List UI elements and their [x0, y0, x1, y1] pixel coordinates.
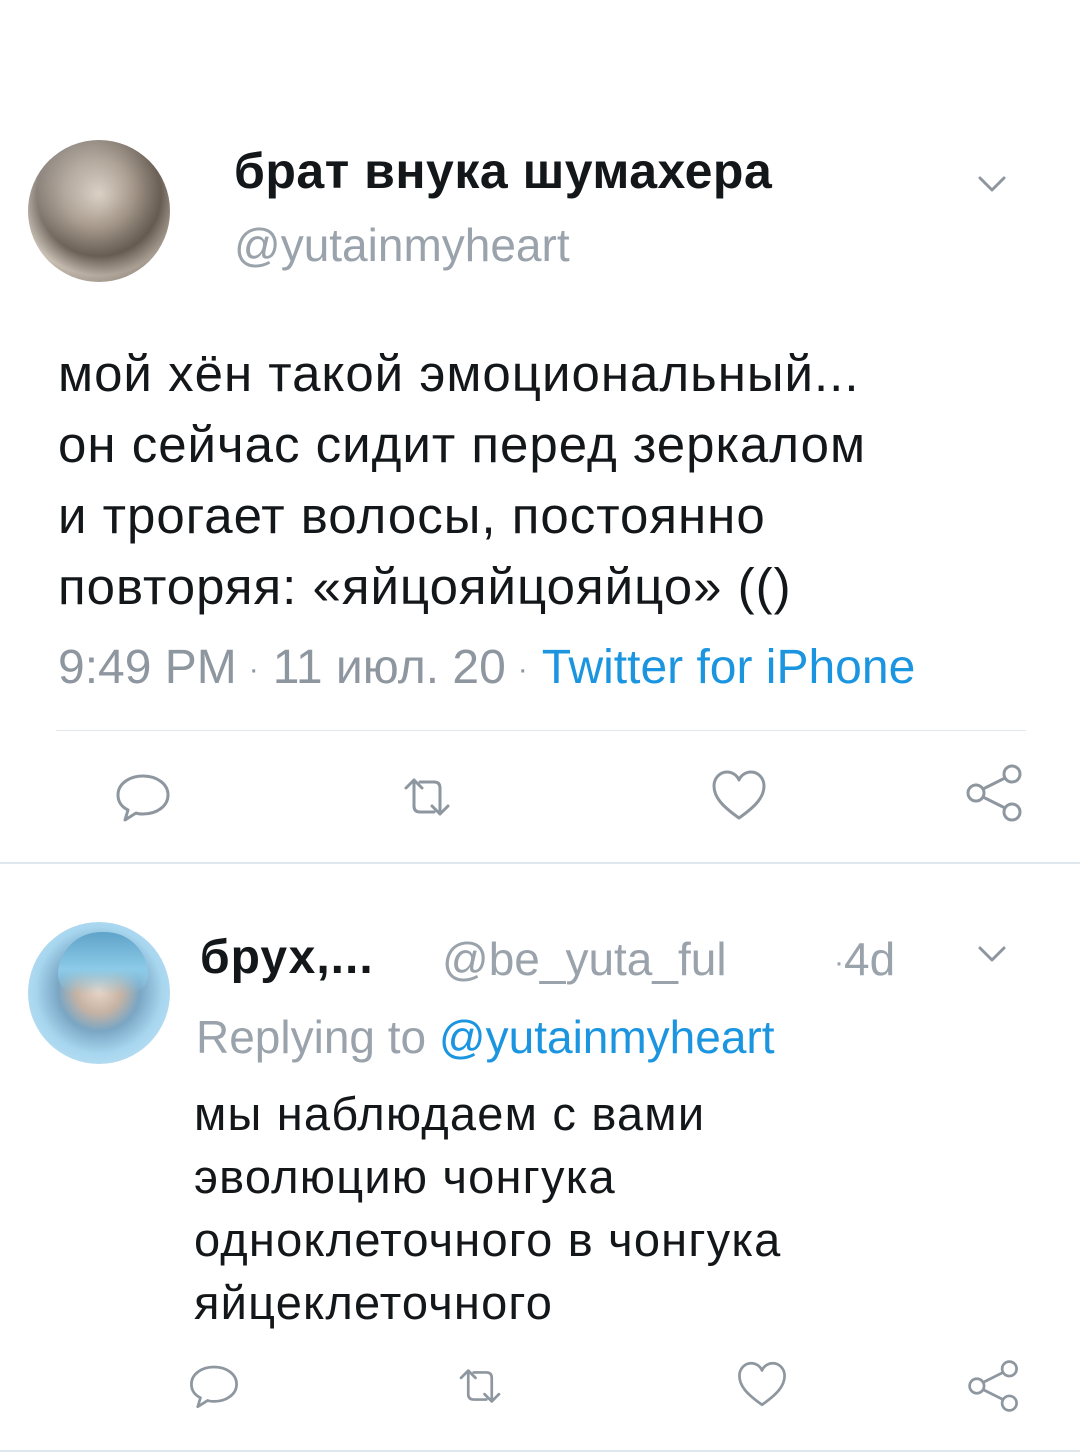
replying-to: Replying to @yutainmyheart [196, 1010, 775, 1064]
reply-text: мы наблюдаем с вами эволюцию чонгука одн… [194, 1087, 782, 1329]
reply-author-display-name[interactable]: брух,... [200, 930, 374, 985]
tweet-source-link[interactable]: Twitter for iPhone [542, 641, 916, 694]
reply-age-value[interactable]: 4d [844, 933, 895, 985]
tweet-meta: 9:49 PM · 11 июл. 20 · Twitter for iPhone [58, 640, 915, 695]
divider [0, 1450, 1080, 1452]
tweet-text: мой хён такой эмоциональный... он сейчас… [58, 345, 867, 615]
reply-author-avatar[interactable] [28, 922, 170, 1064]
tweet-date[interactable]: 11 июл. 20 [273, 641, 506, 694]
divider [0, 862, 1080, 864]
author-handle[interactable]: @yutainmyheart [234, 218, 570, 272]
reply-icon[interactable] [112, 766, 174, 828]
meta-separator: · [834, 945, 844, 979]
replying-to-mention[interactable]: @yutainmyheart [439, 1011, 775, 1063]
spacer [188, 1026, 244, 1082]
meta-separator: · [517, 653, 528, 687]
tweet-time[interactable]: 9:49 PM [58, 641, 237, 694]
share-icon[interactable] [964, 762, 1026, 824]
reply-age[interactable]: ·4d [834, 932, 895, 986]
author-display-name[interactable]: брат внука шумахера [234, 142, 772, 200]
chevron-down-icon[interactable] [972, 934, 1012, 974]
divider [56, 730, 1026, 731]
chevron-down-icon[interactable] [972, 164, 1012, 204]
retweet-icon[interactable] [452, 1358, 508, 1414]
like-icon[interactable] [734, 1356, 790, 1412]
retweet-icon[interactable] [396, 766, 458, 828]
reply-icon[interactable] [186, 1358, 242, 1414]
share-icon[interactable] [966, 1358, 1022, 1414]
meta-separator: · [248, 653, 259, 687]
author-avatar[interactable] [28, 140, 170, 282]
reply-author-handle[interactable]: @be_yuta_ful [442, 932, 727, 986]
like-icon[interactable] [708, 764, 770, 826]
